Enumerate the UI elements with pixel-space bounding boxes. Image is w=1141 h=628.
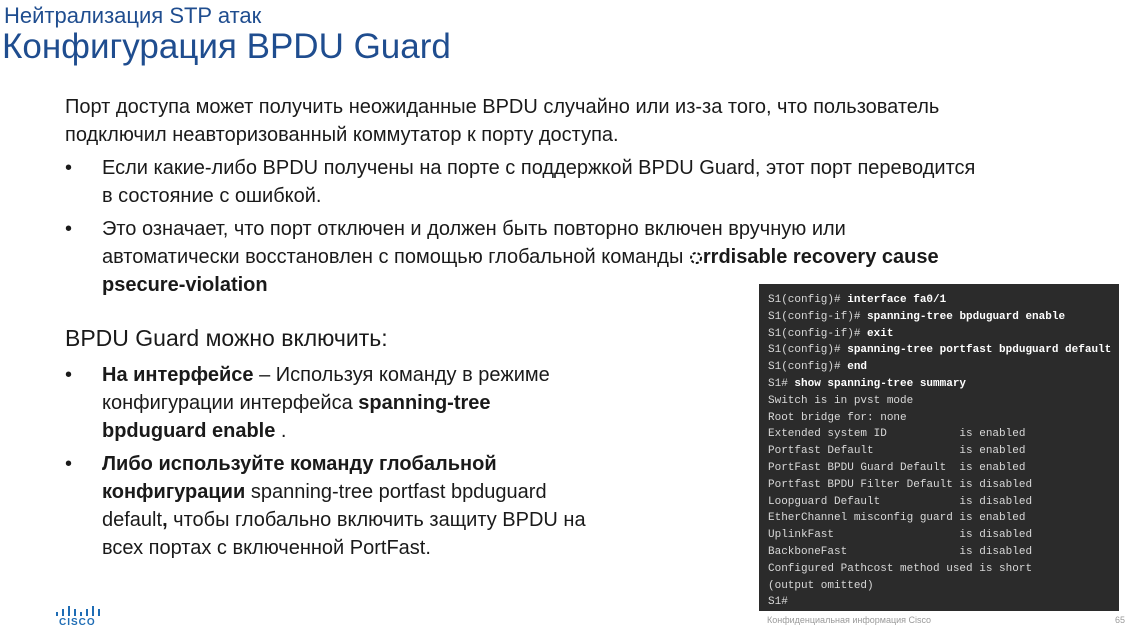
command-bpduguard-enable: bpduguard enable <box>102 420 276 442</box>
command-errdisable: rrdisable recovery cause <box>702 246 939 268</box>
bullet-dot: • <box>65 453 73 475</box>
terminal-prompt: S1(config)# <box>768 361 848 374</box>
terminal-line: Configured Pathcost method used is short <box>768 562 1033 575</box>
bullet-bottom-2: • Либо используйте команду глобальной ко… <box>65 450 705 562</box>
terminal-line: Extended system ID is enabled <box>768 428 1026 441</box>
bullet-bottom-1-line-3: bpduguard enable . <box>102 417 702 445</box>
bullet-bottom-1: • На интерфейсе – Используя команду в ре… <box>65 361 705 445</box>
bullet-bottom-1-line-2: конфигурации интерфейса spanning-tree <box>102 389 702 417</box>
bullet-bottom-2-plain-3a: default <box>102 509 163 531</box>
terminal-output: S1(config)# interface fa0/1 S1(config-if… <box>759 284 1119 611</box>
bullet-dot: • <box>65 157 73 179</box>
terminal-line: PortFast BPDU Guard Default is enabled <box>768 461 1026 474</box>
intro-line-1: Порт доступа может получить неожиданные … <box>65 96 940 118</box>
terminal-command: show spanning-tree summary <box>794 377 967 390</box>
terminal-prompt: S1(config)# <box>768 294 848 306</box>
terminal-command: spanning-tree bpduguard enable <box>867 310 1066 323</box>
terminal-line: Loopguard Default is disabled <box>768 495 1033 508</box>
confidential-footer: Конфиденциальная информация Cisco <box>767 615 932 625</box>
bullet-bottom-1-plain-2: конфигурации интерфейса <box>102 392 359 414</box>
terminal-command: exit <box>867 327 894 340</box>
cisco-logo-text: CISCO <box>59 617 96 628</box>
command-spanning-tree: spanning-tree <box>358 392 491 414</box>
bullet-bottom-2-line-4: всех портах с включенной PortFast. <box>102 537 431 559</box>
intro-paragraph: Порт доступа может получить неожиданные … <box>65 93 939 149</box>
terminal-line: S1(config-if)# exit <box>768 326 1119 343</box>
bullet-top-1-line-1: Если какие-либо BPDU получены на порте с… <box>102 157 976 179</box>
bullet-bottom-1-plain-1: – Используя команду в режиме <box>253 364 550 386</box>
terminal-line: Portfast Default is enabled <box>768 445 1026 458</box>
command-psecure: psecure-violation <box>102 274 268 296</box>
bullet-bottom-2-line-2: конфигурации spanning-tree portfast bpdu… <box>102 478 702 506</box>
bullet-dot: • <box>65 364 73 386</box>
terminal-line: S1(config)# end <box>768 359 1119 376</box>
terminal-prompt: S1(config)# <box>768 344 848 357</box>
bullet-bottom-2-plain-3b: чтобы глобально включить защиту BPDU на <box>167 509 586 531</box>
enable-heading: BPDU Guard можно включить: <box>65 325 388 351</box>
global-config-label-2: конфигурации <box>102 481 246 503</box>
terminal-line: Switch is in pvst mode <box>768 394 914 407</box>
global-config-label: Либо используйте команду глобальной <box>102 453 497 475</box>
terminal-command: spanning-tree portfast bpduguard default <box>847 344 1112 357</box>
terminal-line: BackboneFast is disabled <box>768 545 1033 558</box>
terminal-prompt: S1# <box>768 377 795 390</box>
bullet-top-2-line-1: Это означает, что порт отключен и должен… <box>102 218 846 240</box>
bullet-bottom-2-line-3: default, чтобы глобально включить защиту… <box>102 506 702 534</box>
terminal-command: interface fa0/1 <box>847 294 947 306</box>
bullet-top-2-plain: автоматически восстановлен с помощью гло… <box>102 246 689 268</box>
cursor-icon <box>689 252 702 264</box>
terminal-line: S1# <box>768 596 788 609</box>
bullet-bottom-1-plain-3: . <box>275 420 287 442</box>
terminal-line: S1(config-if)# spanning-tree bpduguard e… <box>768 309 1119 326</box>
bullet-dot: • <box>65 218 73 240</box>
terminal-prompt: S1(config-if)# <box>768 327 868 340</box>
terminal-line: Portfast BPDU Filter Default is disabled <box>768 478 1033 491</box>
terminal-line: (output omitted) <box>768 579 874 592</box>
bullet-bottom-1-line-1: На интерфейсе – Используя команду в режи… <box>102 361 702 389</box>
intro-line-2: подключил неавторизованный коммутатор к … <box>65 124 619 146</box>
bullet-bottom-2-plain-2: spanning-tree portfast bpduguard <box>245 481 547 503</box>
page-number: 65 <box>1115 615 1126 625</box>
slide-title: Конфигурация BPDU Guard <box>2 27 451 66</box>
bullet-bottom-2-line-1: Либо используйте команду глобальной <box>102 450 702 478</box>
terminal-line: EtherChannel misconfig guard is enabled <box>768 512 1026 525</box>
bullet-top-1: • Если какие-либо BPDU получены на порте… <box>65 154 1135 210</box>
terminal-prompt: S1(config-if)# <box>768 310 868 323</box>
terminal-line: S1(config)# spanning-tree portfast bpdug… <box>768 342 1119 359</box>
on-interface-label: На интерфейсе <box>102 364 254 386</box>
terminal-line: S1(config)# interface fa0/1 <box>768 292 1119 309</box>
terminal-line: UplinkFast is disabled <box>768 529 1033 542</box>
terminal-command: end <box>847 361 868 374</box>
terminal-line: S1# show spanning-tree summary <box>768 376 1119 393</box>
bullet-top-2-line-2: автоматически восстановлен с помощью гло… <box>102 243 1132 271</box>
bullet-top-1-line-2: в состояние с ошибкой. <box>102 185 322 207</box>
terminal-line: Root bridge for: none <box>768 411 907 424</box>
